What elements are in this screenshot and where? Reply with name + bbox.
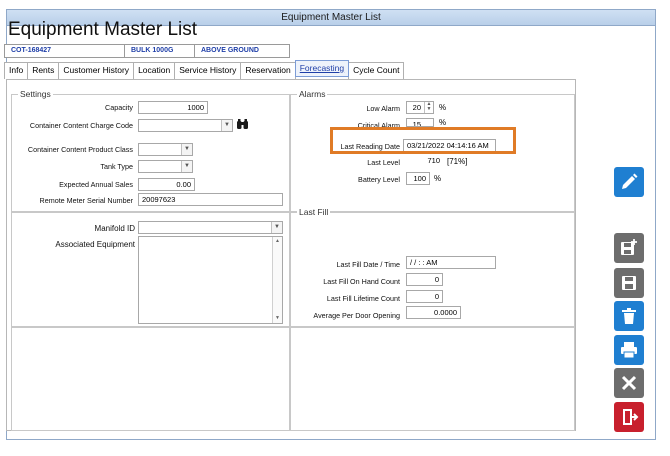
exit-button[interactable] <box>614 402 644 432</box>
equipment-info-bar: COT-168427 BULK 1000G ABOVE GROUND <box>4 44 290 58</box>
capacity-field[interactable]: 1000 <box>138 101 208 114</box>
assoc-equipment-label: Associated Equipment <box>55 240 135 249</box>
last-level-field: 710 <box>403 155 443 168</box>
last-level-label: Last Level <box>367 158 400 167</box>
tab-cycle-count[interactable]: Cycle Count <box>348 62 405 79</box>
tab-location[interactable]: Location <box>133 62 176 79</box>
annual-sales-label: Expected Annual Sales <box>59 180 133 189</box>
equipment-location: ABOVE GROUND <box>194 44 290 58</box>
on-hand-count-label: Last Fill On Hand Count <box>323 277 400 286</box>
stepper-icon[interactable]: ▲ ▼ <box>424 102 433 113</box>
tab-rents[interactable]: Rents <box>27 62 60 79</box>
tank-type-label: Tank Type <box>100 162 133 171</box>
equipment-id: COT-168427 <box>4 44 124 58</box>
printer-icon <box>621 342 637 359</box>
close-icon <box>621 375 637 391</box>
chevron-down-icon[interactable]: ▼ <box>221 120 232 131</box>
bottom-right-group <box>290 327 575 431</box>
cancel-button[interactable] <box>614 368 644 398</box>
tab-reservation[interactable]: Reservation <box>240 62 296 79</box>
assoc-equipment-list[interactable]: ▲ ▼ <box>138 236 283 324</box>
delete-button[interactable] <box>614 301 644 331</box>
battery-level-label: Battery Level <box>358 175 400 184</box>
last-fill-legend: Last Fill <box>297 207 331 217</box>
save-new-button[interactable] <box>614 233 644 263</box>
page-title: Equipment Master List <box>8 19 198 40</box>
tab-bar: Info Rents Customer History Location Ser… <box>4 60 405 79</box>
scroll-down-icon[interactable]: ▼ <box>273 314 282 323</box>
chevron-down-icon[interactable]: ▼ <box>271 222 282 233</box>
avg-door-label: Average Per Door Opening <box>313 311 400 320</box>
tank-type-select[interactable]: ▼ <box>138 160 193 173</box>
scroll-up-icon[interactable]: ▲ <box>273 237 282 246</box>
last-level-percent: [71%] <box>447 157 468 166</box>
binoculars-icon[interactable] <box>236 118 249 131</box>
settings-legend: Settings <box>18 89 53 99</box>
avg-door-field[interactable]: 0.0000 <box>406 306 461 319</box>
charge-code-label: Container Content Charge Code <box>29 121 133 130</box>
chevron-down-icon[interactable]: ▼ <box>181 161 192 172</box>
low-alarm-label: Low Alarm <box>366 104 400 113</box>
last-reading-highlight <box>330 127 516 154</box>
lifetime-count-field[interactable]: 0 <box>406 290 443 303</box>
chevron-down-icon[interactable]: ▼ <box>181 144 192 155</box>
save-plus-icon <box>621 239 637 255</box>
trash-icon <box>622 308 636 324</box>
exit-door-icon <box>623 409 639 425</box>
last-fill-date-field[interactable]: / / : : AM <box>406 256 496 269</box>
battery-level-unit: % <box>434 174 442 183</box>
last-fill-date-label: Last Fill Date / Time <box>336 260 400 269</box>
equipment-type: BULK 1000G <box>124 44 194 58</box>
capacity-label: Capacity <box>105 103 133 112</box>
critical-alarm-field[interactable]: 15 <box>406 118 434 127</box>
lifetime-count-label: Last Fill Lifetime Count <box>326 294 400 303</box>
manifold-label: Manifold ID <box>94 224 135 233</box>
low-alarm-unit: % <box>439 103 447 112</box>
product-class-label: Container Content Product Class <box>27 145 133 154</box>
save-icon <box>622 276 636 290</box>
charge-code-select[interactable]: ▼ <box>138 119 233 132</box>
assoc-equipment-scrollbar[interactable]: ▲ ▼ <box>272 237 282 323</box>
save-button[interactable] <box>614 268 644 298</box>
manifold-select[interactable]: ▼ <box>138 221 283 234</box>
edit-button[interactable] <box>614 167 644 197</box>
tab-info[interactable]: Info <box>4 62 29 79</box>
pencil-icon <box>622 173 638 189</box>
product-class-select[interactable]: ▼ <box>138 143 193 156</box>
meter-serial-field[interactable]: 20097623 <box>138 193 283 206</box>
tab-service-history[interactable]: Service History <box>174 62 242 79</box>
print-button[interactable] <box>614 335 644 365</box>
battery-level-field[interactable]: 100 <box>406 172 430 185</box>
tab-customer-history[interactable]: Customer History <box>58 62 135 79</box>
critical-alarm-unit: % <box>439 118 447 126</box>
on-hand-count-field[interactable]: 0 <box>406 273 443 286</box>
annual-sales-field[interactable]: 0.00 <box>138 178 195 191</box>
meter-serial-label: Remote Meter Serial Number <box>39 196 133 205</box>
tab-forecasting[interactable]: Forecasting <box>294 60 350 77</box>
low-alarm-field[interactable]: 20 ▲ ▼ <box>406 101 434 114</box>
bottom-left-group <box>11 327 290 431</box>
alarms-legend: Alarms <box>297 89 328 99</box>
